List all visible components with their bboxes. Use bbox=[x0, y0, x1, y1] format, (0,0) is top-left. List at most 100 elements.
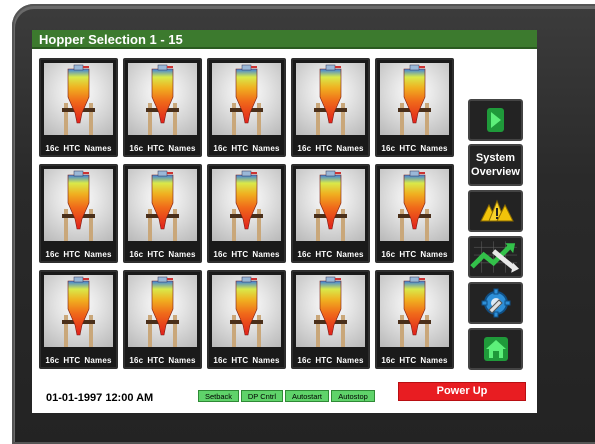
hopper-icon bbox=[314, 64, 347, 135]
hopper-tile[interactable]: 16c HTC Names bbox=[207, 270, 286, 369]
alarms-button[interactable] bbox=[468, 190, 523, 232]
hopper-tile[interactable]: 16c HTC Names bbox=[291, 58, 370, 157]
hopper-tile[interactable]: 16c HTC Names bbox=[207, 58, 286, 157]
hopper-image bbox=[128, 275, 197, 347]
hopper-number: 16c bbox=[213, 144, 228, 153]
hopper-icon bbox=[146, 170, 179, 241]
hopper-number: 16c bbox=[213, 356, 228, 365]
hopper-htc: HTC bbox=[231, 144, 249, 153]
hopper-number: 16c bbox=[129, 144, 144, 153]
hopper-label: 16c HTC Names bbox=[125, 250, 200, 259]
hopper-icon bbox=[146, 276, 179, 347]
home-button[interactable] bbox=[468, 328, 523, 370]
hopper-image bbox=[128, 169, 197, 241]
hopper-label: 16c HTC Names bbox=[209, 356, 284, 365]
hopper-tile[interactable]: 16c HTC Names bbox=[123, 270, 202, 369]
autostart-status: Autostart bbox=[285, 390, 329, 402]
alarm-icon bbox=[479, 199, 514, 222]
hopper-label: 16c HTC Names bbox=[125, 144, 200, 153]
hopper-image bbox=[380, 63, 449, 135]
hopper-number: 16c bbox=[381, 250, 396, 259]
hopper-number: 16c bbox=[45, 144, 60, 153]
hopper-label: 16c HTC Names bbox=[41, 144, 116, 153]
hopper-names: Names bbox=[420, 250, 448, 259]
hopper-number: 16c bbox=[381, 144, 396, 153]
hopper-number: 16c bbox=[213, 250, 228, 259]
hopper-number: 16c bbox=[297, 356, 312, 365]
hopper-number: 16c bbox=[129, 356, 144, 365]
hopper-image bbox=[380, 275, 449, 347]
hopper-label: 16c HTC Names bbox=[377, 250, 452, 259]
hopper-htc: HTC bbox=[147, 356, 165, 365]
hopper-image bbox=[296, 169, 365, 241]
hopper-image bbox=[212, 63, 281, 135]
hopper-label: 16c HTC Names bbox=[293, 144, 368, 153]
hopper-htc: HTC bbox=[399, 250, 417, 259]
hopper-htc: HTC bbox=[231, 356, 249, 365]
hopper-names: Names bbox=[420, 356, 448, 365]
hopper-names: Names bbox=[252, 144, 280, 153]
date-time: 01-01-1997 12:00 AM bbox=[46, 392, 154, 404]
hopper-tile[interactable]: 16c HTC Names bbox=[39, 270, 118, 369]
hopper-image bbox=[128, 63, 197, 135]
hopper-label: 16c HTC Names bbox=[125, 356, 200, 365]
hopper-icon bbox=[398, 64, 431, 135]
page-title: Hopper Selection 1 - 15 bbox=[32, 30, 537, 49]
hopper-tile[interactable]: 16c HTC Names bbox=[375, 164, 454, 263]
hopper-names: Names bbox=[336, 144, 364, 153]
hopper-label: 16c HTC Names bbox=[293, 356, 368, 365]
arrow-right-icon bbox=[486, 108, 504, 132]
hopper-htc: HTC bbox=[147, 250, 165, 259]
hopper-tile[interactable]: 16c HTC Names bbox=[207, 164, 286, 263]
hopper-icon bbox=[230, 170, 263, 241]
hopper-tile[interactable]: 16c HTC Names bbox=[39, 164, 118, 263]
hopper-tile[interactable]: 16c HTC Names bbox=[375, 58, 454, 157]
hopper-htc: HTC bbox=[63, 144, 81, 153]
system-overview-button[interactable]: System Overview bbox=[468, 144, 523, 186]
home-icon bbox=[483, 337, 508, 361]
hopper-htc: HTC bbox=[147, 144, 165, 153]
hopper-label: 16c HTC Names bbox=[377, 144, 452, 153]
hopper-htc: HTC bbox=[63, 250, 81, 259]
hopper-image bbox=[44, 275, 113, 347]
hopper-names: Names bbox=[420, 144, 448, 153]
hopper-htc: HTC bbox=[399, 144, 417, 153]
trend-icon bbox=[470, 241, 520, 273]
hopper-names: Names bbox=[252, 356, 280, 365]
hopper-tile[interactable]: 16c HTC Names bbox=[375, 270, 454, 369]
hopper-names: Names bbox=[168, 250, 196, 259]
hopper-number: 16c bbox=[45, 250, 60, 259]
hopper-tile[interactable]: 16c HTC Names bbox=[123, 58, 202, 157]
hopper-icon bbox=[230, 64, 263, 135]
hopper-icon bbox=[314, 170, 347, 241]
hopper-tile[interactable]: 16c HTC Names bbox=[291, 164, 370, 263]
hopper-image bbox=[44, 169, 113, 241]
system-overview-label-1: System bbox=[475, 152, 516, 164]
hopper-image bbox=[212, 275, 281, 347]
settings-button[interactable] bbox=[468, 282, 523, 324]
hopper-label: 16c HTC Names bbox=[209, 250, 284, 259]
trends-button[interactable] bbox=[468, 236, 523, 278]
hopper-icon bbox=[62, 64, 95, 135]
hopper-htc: HTC bbox=[315, 144, 333, 153]
hopper-names: Names bbox=[84, 356, 112, 365]
hopper-htc: HTC bbox=[63, 356, 81, 365]
dp-control-status: DP Cntrl bbox=[241, 390, 283, 402]
hopper-icon bbox=[62, 276, 95, 347]
next-page-button[interactable] bbox=[468, 99, 523, 141]
setback-status: Setback bbox=[198, 390, 239, 402]
hopper-tile[interactable]: 16c HTC Names bbox=[39, 58, 118, 157]
hopper-number: 16c bbox=[297, 250, 312, 259]
hopper-names: Names bbox=[336, 250, 364, 259]
hopper-number: 16c bbox=[381, 356, 396, 365]
hopper-tile[interactable]: 16c HTC Names bbox=[123, 164, 202, 263]
hopper-names: Names bbox=[84, 250, 112, 259]
power-up-button[interactable]: Power Up bbox=[398, 382, 526, 401]
hopper-htc: HTC bbox=[315, 250, 333, 259]
hmi-screen: Hopper Selection 1 - 15 16c HTC Names 16… bbox=[32, 30, 537, 413]
hopper-htc: HTC bbox=[399, 356, 417, 365]
hopper-names: Names bbox=[168, 356, 196, 365]
hopper-label: 16c HTC Names bbox=[293, 250, 368, 259]
hopper-tile[interactable]: 16c HTC Names bbox=[291, 270, 370, 369]
hopper-image bbox=[44, 63, 113, 135]
